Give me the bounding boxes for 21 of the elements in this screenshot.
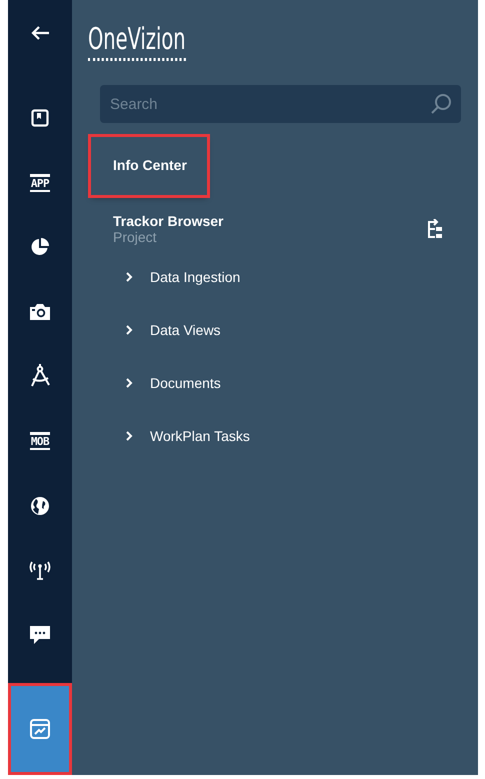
nav-item[interactable]: MOB [8,408,72,474]
back-arrow-icon [30,24,50,41]
antenna-icon [27,559,53,582]
search-icon [429,92,453,116]
trackor-browser-title: Trackor Browser [113,213,224,229]
search-field[interactable]: Search [100,85,461,123]
line-chart-icon [29,718,51,740]
camera-icon [29,302,51,321]
trackor-type-label: Project [113,229,158,245]
pie-chart-icon [30,237,50,258]
tree-node[interactable]: Documents [124,375,461,391]
tree-node[interactable]: Data Ingestion [124,269,461,285]
tree-node[interactable]: WorkPlan Tasks [124,428,461,444]
bookmark-icon [31,108,49,127]
drafting-compass-icon [29,364,51,388]
info-center-link[interactable]: Info Center [91,137,207,195]
chat-icon [29,624,51,646]
logo: OneVizion [88,22,186,61]
tree-node[interactable]: Data Views [124,322,461,338]
nav-item[interactable]: APP [8,150,72,215]
globe-icon [30,496,50,516]
